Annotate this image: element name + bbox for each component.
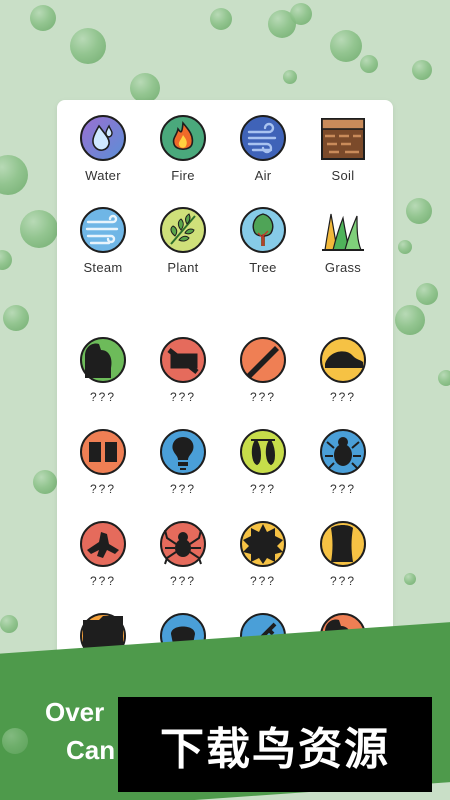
bubble [406, 198, 432, 224]
locked-bulb-icon [160, 429, 206, 475]
element-tile-water[interactable]: Water [63, 114, 143, 183]
bubble [2, 728, 28, 754]
element-tile-fire[interactable]: Fire [143, 114, 223, 183]
locked-element-label: ??? [329, 482, 357, 496]
water-drop-icon [80, 115, 126, 161]
element-tile-tree[interactable]: Tree [223, 206, 303, 275]
locked-silhouette-icon [240, 429, 286, 475]
locked-element-tile[interactable]: ??? [303, 336, 383, 404]
bubble [33, 470, 57, 494]
leaf-branch-icon [160, 207, 206, 253]
locked-silhouette-icon [320, 337, 366, 383]
locked-element-tile[interactable]: ??? [63, 520, 143, 588]
locked-element-label: ??? [249, 390, 277, 404]
element-label: Air [254, 168, 272, 183]
locked-silhouette-icon [160, 337, 206, 383]
locked-element-tile[interactable]: ??? [223, 336, 303, 404]
locked-element-tile[interactable]: ??? [223, 428, 303, 496]
locked-element-label: ??? [329, 390, 357, 404]
watermark: 下载鸟资源 [118, 697, 432, 792]
steam-icon [80, 207, 126, 253]
bubble [360, 55, 378, 73]
bubble [330, 30, 362, 62]
element-label: Water [85, 168, 121, 183]
element-label: Tree [249, 260, 277, 275]
bubble [20, 210, 58, 248]
bubble [210, 8, 232, 30]
locked-bug-icon [320, 429, 366, 475]
locked-spider-icon [160, 521, 206, 567]
bubble [0, 155, 28, 195]
bubble [438, 370, 450, 386]
locked-element-label: ??? [169, 390, 197, 404]
locked-silhouette-icon [320, 521, 366, 567]
bubble [290, 3, 312, 25]
element-tile-soil[interactable]: Soil [303, 114, 383, 183]
element-tile-grass[interactable]: Grass [303, 206, 383, 275]
bubble [395, 305, 425, 335]
locked-silhouette-icon [80, 429, 126, 475]
bubble [412, 60, 432, 80]
element-label: Plant [167, 260, 199, 275]
bubble [398, 240, 412, 254]
banner-line-1: Over [45, 697, 105, 727]
banner-line-2: Can [66, 735, 116, 765]
locked-element-label: ??? [249, 482, 277, 496]
locked-element-tile[interactable]: ??? [143, 428, 223, 496]
bubble [70, 28, 106, 64]
bubble [283, 70, 297, 84]
air-swirl-icon [240, 115, 286, 161]
bubble [0, 615, 18, 633]
tree-icon [240, 207, 286, 253]
locked-silhouette-icon [240, 521, 286, 567]
element-label: Steam [83, 260, 123, 275]
bubble [30, 5, 56, 31]
locked-element-tile[interactable]: ??? [143, 336, 223, 404]
bubble [3, 305, 29, 331]
locked-element-label: ??? [249, 574, 277, 588]
locked-element-label: ??? [329, 574, 357, 588]
element-label: Grass [324, 260, 362, 275]
locked-element-label: ??? [89, 390, 117, 404]
locked-element-tile[interactable]: ??? [143, 520, 223, 588]
grass-icon [322, 213, 364, 251]
locked-silhouette-icon [80, 521, 126, 567]
locked-element-tile[interactable]: ??? [303, 428, 383, 496]
elements-card: Water Fire Air Soil Steam Plant Tree Grass?????… [57, 100, 393, 700]
locked-element-label: ??? [169, 574, 197, 588]
element-label: Fire [171, 168, 195, 183]
fire-icon [160, 115, 206, 161]
element-label: Soil [331, 168, 355, 183]
bubble [404, 573, 416, 585]
element-tile-plant[interactable]: Plant [143, 206, 223, 275]
bubble [416, 283, 438, 305]
element-tile-air[interactable]: Air [223, 114, 303, 183]
locked-element-label: ??? [89, 574, 117, 588]
locked-element-tile[interactable]: ??? [63, 336, 143, 404]
locked-silhouette-icon [80, 337, 126, 383]
locked-element-tile[interactable]: ??? [63, 428, 143, 496]
locked-element-label: ??? [169, 482, 197, 496]
bubble [130, 73, 160, 103]
locked-element-tile[interactable]: ??? [223, 520, 303, 588]
locked-element-tile[interactable]: ??? [303, 520, 383, 588]
bubble [0, 250, 12, 270]
soil-layers-icon [321, 118, 365, 160]
locked-element-label: ??? [89, 482, 117, 496]
locked-silhouette-icon [240, 337, 286, 383]
element-tile-steam[interactable]: Steam [63, 206, 143, 275]
